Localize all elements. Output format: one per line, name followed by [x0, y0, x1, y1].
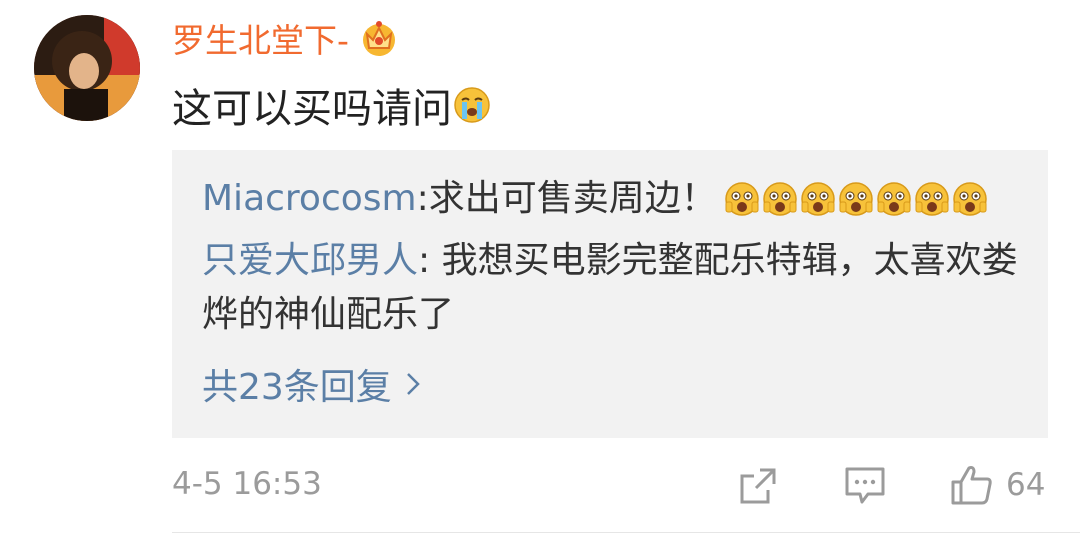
divider — [172, 532, 1080, 533]
reply-author[interactable]: Miacrocosm — [202, 172, 417, 226]
username[interactable]: 罗生北堂下- — [172, 14, 349, 62]
comment-text-row: 这可以买吗请问 — [172, 76, 492, 134]
reply-item[interactable]: Miacrocosm: 求出可售卖周边！ — [202, 172, 989, 226]
vip-crown-icon[interactable] — [359, 18, 399, 58]
scared-emoji — [877, 182, 911, 216]
like-count: 64 — [1006, 467, 1046, 503]
scared-emoji — [801, 182, 835, 216]
comment-icon[interactable] — [844, 466, 886, 506]
comment-timestamp: 4-5 16:53 — [172, 466, 322, 502]
reply-separator: : — [416, 178, 429, 219]
comment-footer: 4-5 16:53 64 — [172, 462, 1048, 512]
reply-author[interactable]: 只爱大邱男人 — [202, 240, 418, 281]
scared-emoji — [839, 182, 873, 216]
comment-text: 这可以买吗请问 — [172, 86, 452, 132]
reply-separator: : — [418, 240, 442, 281]
scared-emoji — [725, 182, 759, 216]
chevron-right-icon — [406, 373, 420, 395]
scared-emoji — [763, 182, 797, 216]
view-all-replies-link[interactable]: 共23条回复 — [202, 358, 420, 410]
thumbs-up-icon — [951, 466, 992, 505]
share-icon[interactable] — [738, 466, 778, 506]
reply-preview-box[interactable]: Miacrocosm: 求出可售卖周边！ 只爱大邱男人: 我想买电影完整配乐特辑… — [172, 150, 1048, 438]
comment-header: 罗生北堂下- — [172, 14, 399, 62]
reply-emoji-group — [723, 180, 989, 218]
crying-emoji — [454, 87, 490, 123]
like-button[interactable]: 64 — [950, 464, 1045, 506]
scared-emoji — [953, 182, 987, 216]
reply-count-label: 共23条回复 — [202, 367, 392, 408]
scared-emoji — [915, 182, 949, 216]
reply-text: 求出可售卖周边！ — [428, 178, 717, 219]
reply-item[interactable]: 只爱大邱男人: 我想买电影完整配乐特辑，太喜欢娄烨的神仙配乐了 — [202, 234, 1022, 342]
avatar[interactable] — [34, 15, 140, 121]
